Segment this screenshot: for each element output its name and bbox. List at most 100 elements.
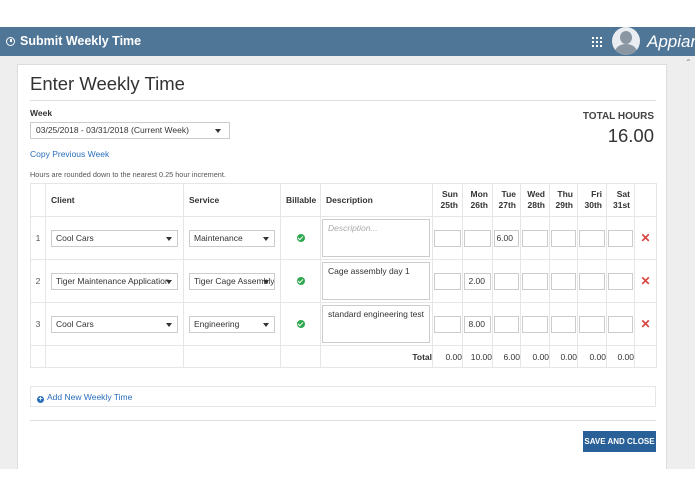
hours-input[interactable] [522,272,548,290]
hours-input[interactable] [551,272,576,290]
page-canvas: Enter Weekly Time Week 03/25/2018 - 03/3… [0,56,695,469]
description-cell: Cage assembly day 1 [320,259,433,303]
hours-input[interactable] [551,229,576,247]
hours-input[interactable] [608,315,633,333]
hours-input[interactable] [579,315,605,333]
close-icon[interactable]: ✕ [634,302,657,346]
day-total: 0.00 [549,345,578,368]
description-field[interactable]: standard engineering test [322,305,430,343]
scroll-up-icon[interactable]: ⌃ [685,58,692,67]
day-name: Mon [470,189,488,199]
plus-circle-icon: + [37,396,44,403]
description-field[interactable]: Description... [322,219,430,257]
description-header: Description [320,183,433,217]
day-header: Wed 28th [520,183,550,217]
user-avatar[interactable] [612,27,640,55]
chevron-down-icon [166,322,172,327]
hours-cell [549,216,578,260]
empty-cell [183,345,281,368]
hours-input[interactable] [494,315,519,333]
hours-cell [462,216,493,260]
check-circle-icon[interactable] [296,277,305,285]
day-name: Sat [616,189,630,199]
chevron-down-icon [215,129,221,133]
page-title: Enter Weekly Time [30,73,185,94]
hours-input[interactable]: 2.00 [464,272,491,290]
hours-input[interactable] [522,229,548,247]
day-name: Tue [501,189,516,199]
hours-cell [577,216,607,260]
description-field[interactable]: Cage assembly day 1 [322,262,430,300]
client-dropdown[interactable]: Cool Cars [51,229,178,247]
hours-input[interactable] [464,229,491,247]
totals-label: Total [320,345,433,368]
service-dropdown[interactable]: Tiger Cage Assembly [189,272,275,290]
description-cell: Description... [320,216,433,260]
hours-input[interactable] [551,315,576,333]
table-header-row: Client Service Billable Description Sun 2… [30,183,657,217]
client-cell: Cool Cars [45,216,184,260]
client-header: Client [45,183,184,217]
rounding-note: Hours are rounded down to the nearest 0.… [30,170,226,179]
table-row: 2 Tiger Maintenance Application Tiger Ca… [30,259,657,303]
clock-icon [6,37,15,46]
day-date: 28th [527,200,545,210]
day-name: Wed [527,189,545,199]
hours-input[interactable]: 8.00 [464,315,491,333]
hours-input[interactable] [522,315,548,333]
add-new-weekly-time-link[interactable]: + Add New Weekly Time [30,386,656,407]
hours-cell [520,302,550,346]
row-number: 2 [30,259,46,303]
client-dropdown[interactable]: Tiger Maintenance Application [51,272,178,290]
save-and-close-button[interactable]: SAVE AND CLOSE [583,431,656,452]
week-dropdown[interactable]: 03/25/2018 - 03/31/2018 (Current Week) [30,122,230,139]
day-header: Sat 31st [606,183,635,217]
hours-input[interactable] [608,272,633,290]
hours-cell [606,302,635,346]
chevron-down-icon [166,279,172,284]
client-value: Cool Cars [56,318,94,329]
hours-cell [577,302,607,346]
hours-input[interactable] [434,315,461,333]
hours-input[interactable] [579,229,605,247]
client-value: Cool Cars [56,232,94,243]
check-circle-icon[interactable] [296,320,305,328]
chevron-down-icon [263,322,269,327]
hours-cell [432,216,463,260]
hours-cell [577,259,607,303]
weekly-time-table: Client Service Billable Description Sun 2… [30,183,657,368]
app-header: Submit Weekly Time Appian [0,27,695,56]
footer-divider [30,420,656,421]
copy-previous-week-link[interactable]: Copy Previous Week [30,149,109,159]
check-circle-icon[interactable] [296,234,305,242]
hours-input[interactable] [579,272,605,290]
hours-cell [492,259,521,303]
day-total: 10.00 [462,345,493,368]
time-entry-card: Enter Weekly Time Week 03/25/2018 - 03/3… [17,64,667,469]
day-date: 26th [470,200,488,210]
chevron-down-icon [166,236,172,241]
service-value: Maintenance [194,232,243,243]
day-header: Tue 27th [492,183,521,217]
grid-icon[interactable] [592,37,602,47]
hours-input[interactable] [494,272,519,290]
day-total: 0.00 [606,345,635,368]
hours-cell [492,302,521,346]
hours-input[interactable] [434,272,461,290]
service-value: Engineering [194,318,240,329]
service-dropdown[interactable]: Maintenance [189,229,275,247]
brand-logo[interactable]: Appian [647,27,695,56]
hours-input[interactable]: 6.00 [494,229,519,247]
total-hours-value: 16.00 [607,125,654,146]
title-divider [30,100,656,101]
day-header: Sun 25th [432,183,463,217]
close-icon[interactable]: ✕ [634,216,657,260]
service-dropdown[interactable]: Engineering [189,315,275,333]
hours-input[interactable] [608,229,633,247]
table-row: 1 Cool Cars Maintenance Description... 6… [30,216,657,260]
hours-input[interactable] [434,229,461,247]
client-cell: Tiger Maintenance Application [45,259,184,303]
close-icon[interactable]: ✕ [634,259,657,303]
day-header: Fri 30th [577,183,607,217]
client-dropdown[interactable]: Cool Cars [51,315,178,333]
